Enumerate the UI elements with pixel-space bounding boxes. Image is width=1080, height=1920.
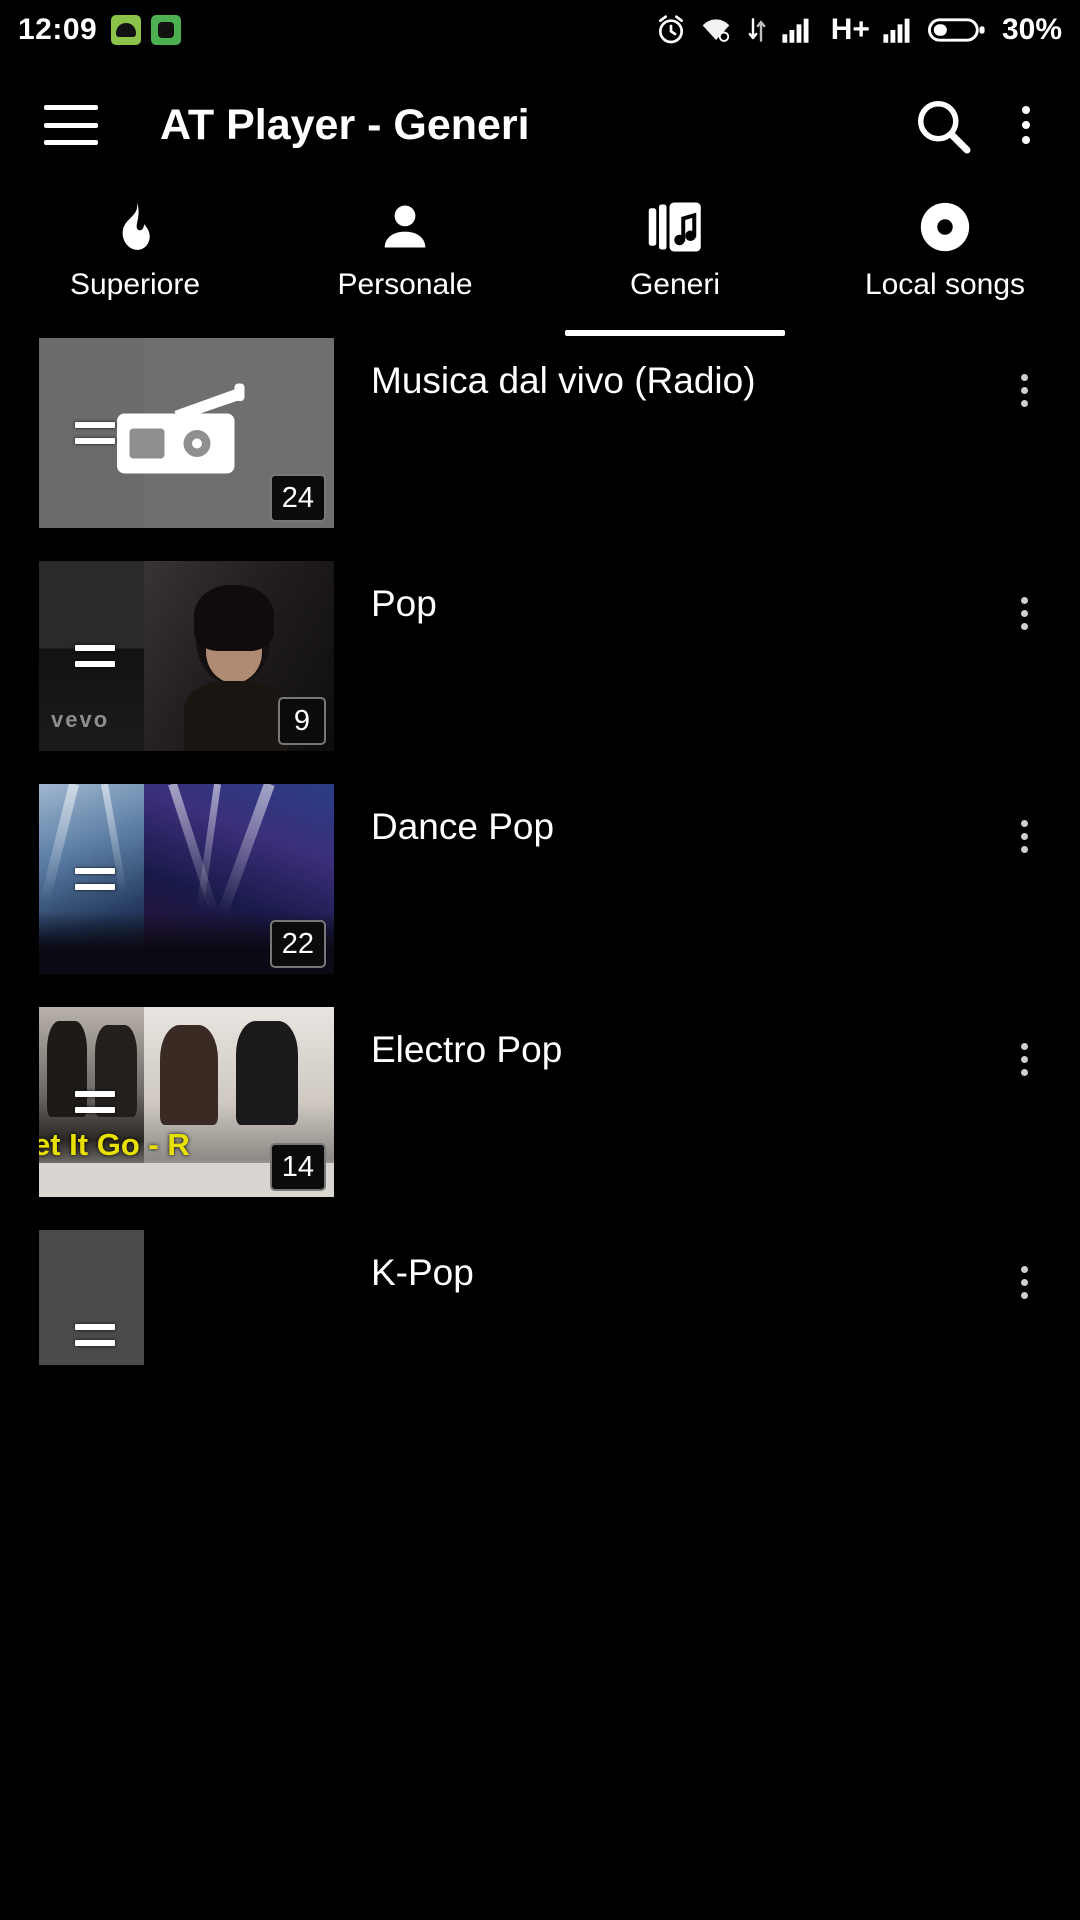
tab-active-indicator [565, 330, 785, 336]
track-count-badge: 14 [269, 1143, 326, 1191]
hamburger-menu-icon[interactable] [44, 105, 98, 145]
person-icon [376, 196, 434, 258]
android-icon [111, 15, 142, 45]
tab-label-generi: Generi [629, 268, 721, 301]
list-item-title: Pop [371, 583, 437, 624]
signal-1-icon [782, 18, 809, 43]
list-item-thumbnail: et It Go - R 14 [39, 1007, 334, 1197]
track-count-badge: 22 [269, 920, 326, 968]
genre-list: 24 Musica dal vivo (Radio) vevo 9 Pop 22… [0, 320, 1080, 1453]
tab-generi[interactable]: Generi [540, 190, 810, 336]
list-item-thumbnail [39, 1230, 334, 1365]
wifi-icon [702, 19, 730, 42]
list-item[interactable]: 22 Dance Pop [0, 784, 1080, 1007]
app-bar: AT Player - Generi [0, 60, 1080, 190]
list-item-title: Electro Pop [371, 1029, 563, 1070]
flame-icon [107, 196, 163, 258]
row-overflow-icon[interactable] [1013, 589, 1036, 638]
tab-personale[interactable]: Personale [270, 190, 540, 320]
status-bar: 12:09 H+ 30% [0, 0, 1080, 60]
drag-handle-icon[interactable] [75, 422, 115, 444]
battery-icon [927, 18, 985, 42]
tab-local-songs[interactable]: Local songs [810, 190, 1080, 320]
row-overflow-icon[interactable] [1013, 1035, 1036, 1084]
drag-handle-icon[interactable] [75, 1324, 115, 1347]
list-item-title: Dance Pop [371, 806, 555, 847]
tab-label-personale: Personale [337, 268, 473, 301]
list-item[interactable]: 24 Musica dal vivo (Radio) [0, 338, 1080, 561]
list-item-title: Musica dal vivo (Radio) [371, 360, 756, 401]
music-library-icon [645, 196, 705, 258]
green-app-icon [151, 15, 182, 45]
alarm-icon [658, 15, 683, 44]
track-count-badge: 9 [278, 697, 326, 745]
network-type-label: H+ [830, 13, 870, 46]
list-item[interactable]: et It Go - R 14 Electro Pop [0, 1007, 1080, 1230]
status-left-icons [111, 15, 182, 45]
radio-icon [116, 383, 244, 474]
data-transfer-icon [748, 18, 766, 42]
row-overflow-icon[interactable] [1013, 366, 1036, 415]
track-count-badge: 24 [269, 474, 326, 522]
list-item-thumbnail: vevo 9 [39, 561, 334, 751]
vevo-watermark: vevo [51, 707, 110, 732]
list-item-thumbnail: 24 [39, 338, 334, 528]
row-overflow-icon[interactable] [1013, 1258, 1036, 1307]
battery-percent-label: 30% [1001, 13, 1062, 46]
list-item[interactable]: K-Pop [0, 1230, 1080, 1453]
app-bar-actions [912, 95, 1036, 155]
tab-label-superiore: Superiore [69, 268, 201, 301]
list-item-thumbnail: 22 [39, 784, 334, 974]
status-right-icons: H+ 30% [655, 13, 1062, 47]
signal-2-icon [883, 18, 910, 43]
list-item-title: K-Pop [371, 1252, 474, 1293]
row-overflow-icon[interactable] [1013, 812, 1036, 861]
overflow-menu-icon[interactable] [1016, 100, 1036, 150]
drag-handle-icon[interactable] [75, 645, 115, 667]
tab-bar: Superiore Personale Generi Local songs [0, 190, 1080, 336]
tab-label-local-songs: Local songs [864, 268, 1026, 301]
status-clock: 12:09 [18, 13, 98, 46]
page-title: AT Player - Generi [160, 100, 530, 149]
drag-handle-icon[interactable] [75, 868, 115, 890]
list-item[interactable]: vevo 9 Pop [0, 561, 1080, 784]
disc-icon [916, 196, 974, 258]
drag-handle-icon[interactable] [75, 1091, 115, 1113]
search-icon[interactable] [912, 95, 972, 155]
tab-superiore[interactable]: Superiore [0, 190, 270, 320]
